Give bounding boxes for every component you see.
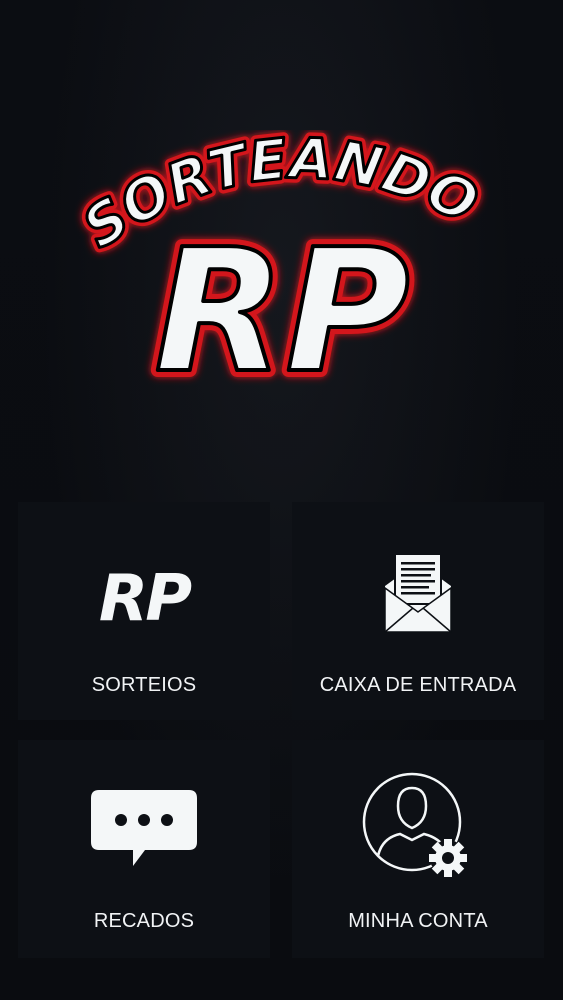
app-screen: SORTEANDO SORTEANDO RP RP RP SORTEIOS CA… bbox=[0, 0, 563, 1000]
rp-logo-icon: RP bbox=[89, 558, 199, 636]
user-settings-icon bbox=[360, 770, 476, 886]
minha-conta-label: MINHA CONTA bbox=[348, 910, 488, 932]
sorteando-rp-logo: SORTEANDO SORTEANDO RP RP bbox=[60, 130, 500, 410]
sorteios-label: SORTEIOS bbox=[91, 674, 197, 696]
envelope-letter-icon bbox=[383, 548, 453, 634]
rp-icon-text: RP bbox=[99, 562, 192, 628]
caixa-de-entrada-label: CAIXA DE ENTRADA bbox=[319, 674, 517, 696]
caixa-de-entrada-button[interactable]: CAIXA DE ENTRADA bbox=[292, 502, 544, 720]
minha-conta-button[interactable]: MINHA CONTA bbox=[292, 740, 544, 958]
recados-button[interactable]: RECADOS bbox=[18, 740, 270, 958]
recados-label: RECADOS bbox=[93, 910, 195, 932]
chat-bubble-icon bbox=[89, 788, 199, 868]
sorteios-button[interactable]: RP SORTEIOS bbox=[18, 502, 270, 720]
logo-graphic: SORTEANDO SORTEANDO RP RP bbox=[67, 130, 493, 410]
logo-main-text: RP bbox=[154, 213, 410, 410]
